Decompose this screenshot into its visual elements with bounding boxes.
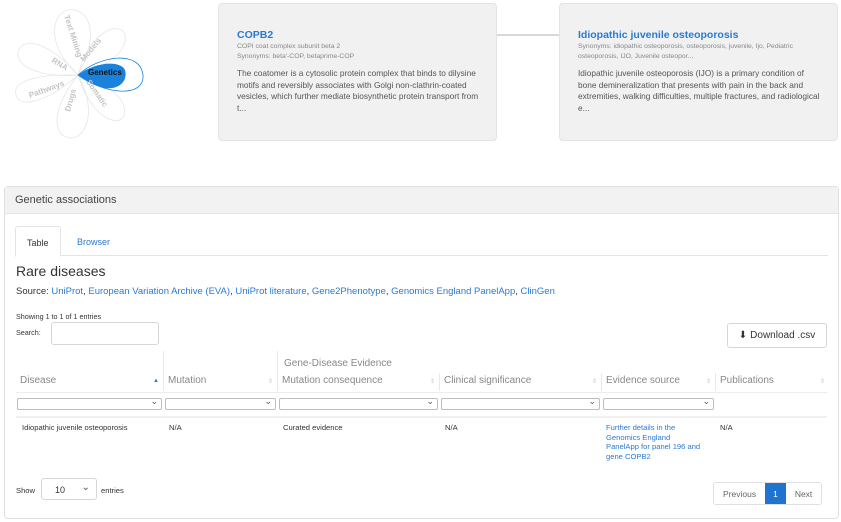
- tab-bar: Table Browser: [15, 226, 828, 257]
- disease-description: Idiopathic juvenile osteoporosis (IJO) i…: [578, 68, 820, 113]
- source-link-gene2phenotype[interactable]: Gene2Phenotype: [312, 286, 386, 297]
- petal-label-genetics: Genetics: [88, 68, 122, 77]
- section-title: Rare diseases: [16, 263, 106, 279]
- source-label: Source:: [16, 286, 49, 297]
- column-header-label: Mutation consequence: [282, 375, 383, 386]
- page-1-button[interactable]: 1: [765, 483, 786, 504]
- disease-card: Idiopathic juvenile osteoporosis Synonym…: [559, 3, 838, 141]
- source-link-eva[interactable]: European Variation Archive (EVA): [88, 286, 230, 297]
- sort-icon: ⇕: [705, 379, 711, 385]
- disease-title-link[interactable]: Idiopathic juvenile osteoporosis: [578, 29, 821, 41]
- cell-publications: N/A: [720, 423, 733, 432]
- download-csv-button[interactable]: ⬇ Download .csv: [727, 323, 827, 348]
- cell-mutation-consequence: Curated evidence: [283, 423, 343, 432]
- source-link-clingen[interactable]: ClinGen: [521, 286, 555, 297]
- genetic-associations-panel: Genetic associations Table Browser Rare …: [4, 186, 839, 519]
- filter-mutation-consequence-select[interactable]: ⌄: [279, 396, 438, 410]
- entries-info: Showing 1 to 1 of 1 entries: [16, 312, 102, 321]
- disease-synonyms: Synonyms: idiopathic osteoporosis, osteo…: [578, 43, 793, 60]
- cell-disease: Idiopathic juvenile osteoporosis: [22, 423, 128, 432]
- source-link-uniprot-literature[interactable]: UniProt literature: [235, 286, 306, 297]
- column-header-mutation[interactable]: Mutation ⇕: [164, 373, 278, 391]
- petal-label-text-mining: Text Mining: [62, 14, 84, 59]
- sort-icon: ⇕: [429, 379, 435, 385]
- filter-evidence-source-select[interactable]: ⌄: [603, 396, 714, 410]
- header-divider: [16, 392, 827, 393]
- column-header-publications[interactable]: Publications ⇕: [716, 373, 829, 391]
- row-divider: [16, 416, 827, 418]
- petal-label-drugs: Drugs: [63, 87, 78, 112]
- petal-label-rna: RNA: [50, 56, 70, 73]
- gene-title-link[interactable]: COPB2: [237, 29, 480, 41]
- chevron-down-icon: ⌄: [426, 396, 434, 406]
- tab-table[interactable]: Table: [15, 226, 61, 257]
- cell-evidence-source-link[interactable]: Further details in the Genomics England …: [606, 423, 702, 461]
- column-header-label: Evidence source: [606, 375, 680, 386]
- card-connector-line: [497, 34, 559, 36]
- column-header-mutation-consequence[interactable]: Mutation consequence ⇕: [278, 373, 440, 391]
- filter-mutation-select[interactable]: ⌄: [165, 396, 276, 410]
- chevron-down-icon: ⌄: [150, 396, 158, 406]
- gene-synonyms: Synonyms: beta'-COP, betaprime-COP: [237, 53, 355, 60]
- source-link-uniprot[interactable]: UniProt: [51, 286, 83, 297]
- column-header-label: Publications: [720, 375, 774, 386]
- page-size-select[interactable]: 10 ⌄: [41, 478, 97, 500]
- group-header-gene-disease-evidence: Gene-Disease Evidence: [284, 358, 392, 369]
- filter-clinical-significance-select[interactable]: ⌄: [441, 396, 600, 410]
- source-line: Source: UniProt, European Variation Arch…: [16, 286, 555, 297]
- show-label: Show: [16, 486, 35, 495]
- page-size-value: 10: [55, 485, 66, 495]
- panel-header: Genetic associations: [5, 187, 838, 214]
- search-input[interactable]: [51, 322, 159, 345]
- previous-page-button[interactable]: Previous: [714, 483, 766, 504]
- column-header-label: Disease: [20, 375, 57, 386]
- chevron-down-icon: ⌄: [81, 482, 90, 493]
- gene-full-name: COPI coat complex subunit beta 2: [237, 43, 341, 50]
- download-label: Download .csv: [750, 330, 816, 341]
- filter-disease-select[interactable]: ⌄: [17, 396, 162, 410]
- column-header-clinical-significance[interactable]: Clinical significance ⇕: [440, 373, 602, 391]
- gene-card: COPB2 COPI coat complex subunit beta 2 S…: [218, 3, 497, 141]
- tab-browser[interactable]: Browser: [66, 226, 121, 257]
- source-link-panelapp[interactable]: Genomics England PanelApp: [391, 286, 515, 297]
- download-icon: ⬇: [738, 330, 748, 341]
- pagination: Previous 1 Next: [713, 482, 823, 505]
- section-flower-nav[interactable]: Text Mining Models Somatic Drugs Pathway…: [0, 0, 210, 150]
- sort-icon: ⇕: [267, 379, 273, 385]
- cell-mutation: N/A: [169, 423, 182, 432]
- petal-rna[interactable]: [17, 43, 79, 76]
- next-page-button[interactable]: Next: [785, 483, 822, 504]
- column-header-disease[interactable]: Disease ▲: [16, 373, 164, 391]
- chevron-down-icon: ⌄: [264, 396, 272, 406]
- sort-ascending-icon: ▲: [153, 378, 159, 384]
- column-header-label: Clinical significance: [444, 375, 532, 386]
- search-label: Search:: [16, 328, 41, 337]
- gene-description: The coatomer is a cytosolic protein comp…: [237, 68, 479, 113]
- column-header-evidence-source[interactable]: Evidence source ⇕: [602, 373, 716, 391]
- entries-label: entries: [101, 486, 124, 495]
- chevron-down-icon: ⌄: [702, 396, 710, 406]
- chevron-down-icon: ⌄: [588, 396, 596, 406]
- column-header-label: Mutation: [168, 375, 207, 386]
- cell-clinical-significance: N/A: [445, 423, 458, 432]
- sort-icon: ⇕: [591, 379, 597, 385]
- sort-icon: ⇕: [819, 379, 825, 385]
